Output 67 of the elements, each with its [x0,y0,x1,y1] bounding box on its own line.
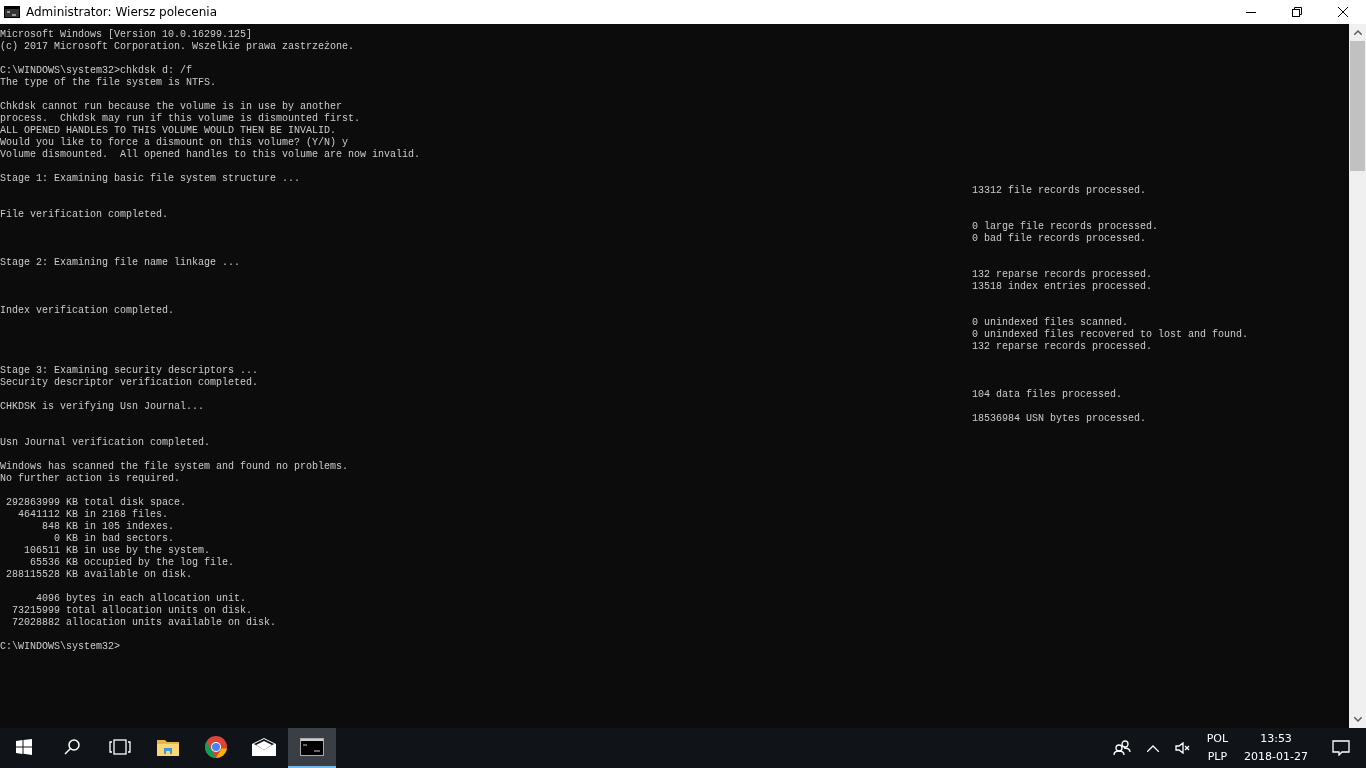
console-app-icon [4,6,20,18]
console-line: File verification completed. [0,209,169,220]
console-line: Stage 2: Examining file name linkage ... [0,257,241,268]
scroll-up-icon[interactable] [1353,30,1362,35]
console-line: 13518 index entries processed. [972,281,1153,292]
people-icon [1112,740,1131,756]
muted-speaker-icon [1174,742,1191,754]
speech-bubble-icon [1332,740,1350,756]
console-line: Volume dismounted. All opened handles to this volume are now invalid. [0,149,421,160]
minimize-icon [1246,11,1256,13]
console-line: ALL OPENED HANDLES TO THIS VOLUME WOULD THEN BE INVALID. [0,125,337,136]
console-line: 65536 KB occupied by the log file. [29,557,235,568]
search-icon [63,738,81,756]
console-line: 18536984 USN bytes processed. [972,413,1147,424]
console-line: Security descriptor verification completed. [0,377,259,388]
folder-icon [157,738,179,756]
console-line: 288115528 KB available on disk. [5,569,193,580]
console-line: 0 KB in bad sectors. [53,533,175,544]
console-line: 848 KB in 105 indexes. [41,521,175,532]
keyboard-layout: PLP [1207,749,1228,765]
console-line: C:\WINDOWS\system32> [0,641,121,652]
console-line: Stage 3: Examining security descriptors ... [0,365,259,376]
window-title: Administrator: Wiersz polecenia [26,5,218,19]
console-line: 132 reparse records processed. [972,341,1153,352]
console-line: 0 bad file records processed. [972,233,1147,244]
console-line: C:\WINDOWS\system32>chkdsk d: /f [0,65,193,76]
console-line: Index verification completed. [0,305,175,316]
console-line: Stage 1: Examining basic file system structure ... [0,173,301,184]
console-line: No further action is required. [0,473,181,484]
console-line: 0 large file records processed. [972,221,1159,232]
taskbar-button[interactable] [288,728,336,768]
console-line: (c) 2017 Microsoft Corporation. Wszelkie prawa zastrzeżone. [0,41,355,52]
console-line: 72028882 allocation units available on disk. [11,617,277,628]
console-line: CHKDSK is verifying Usn Journal... [0,401,205,412]
task-view-icon [109,739,131,755]
close-icon [1338,7,1348,17]
envelope-icon [252,738,276,756]
scrollbar-thumb[interactable] [1350,41,1365,171]
windows-logo-icon [16,739,32,755]
input-language-button[interactable]: POL PLP [1198,728,1237,768]
chevron-up-icon [1146,744,1159,752]
console-line: The type of the file system is NTFS. [0,77,217,88]
console-line: Would you like to force a dismount on this volume? (Y/N) y [0,137,349,148]
console-line: 132 reparse records processed. [972,269,1153,280]
language-code: POL [1206,731,1229,747]
scrollbar[interactable] [1349,24,1366,728]
clock-time: 13:53 [1260,731,1292,747]
scroll-down-icon[interactable] [1353,717,1362,722]
console-line: Chkdsk cannot run because the volume is in use by another [0,101,343,112]
console-line: Microsoft Windows [Version 10.0.16299.125] [0,29,253,40]
clock-date: 2018-01-27 [1244,749,1308,765]
console-line: Usn Journal verification completed. [0,437,211,448]
browser-icon [205,736,227,758]
console-line: 0 unindexed files scanned. [972,317,1129,328]
clock-button[interactable]: 13:53 2018-01-27 [1236,728,1316,768]
restore-icon [1292,7,1302,17]
console-line: 73215999 total allocation units on disk. [11,605,253,616]
console-line: 0 unindexed files recovered to lost and found. [972,329,1249,340]
console-line: 4641112 KB in 2168 files. [17,509,169,520]
console-line: 104 data files processed. [972,389,1123,400]
console-line: process. Chkdsk may run if this volume is dismounted first. [0,113,361,124]
console-line: 106511 KB in use by the system. [23,545,211,556]
console-line: Windows has scanned the file system and found no problems. [0,461,349,472]
console-line: 13312 file records processed. [972,185,1147,196]
console-line: 4096 bytes in each allocation unit. [35,593,247,604]
terminal-icon [300,738,324,756]
console-line: 292863999 KB total disk space. [5,497,187,508]
